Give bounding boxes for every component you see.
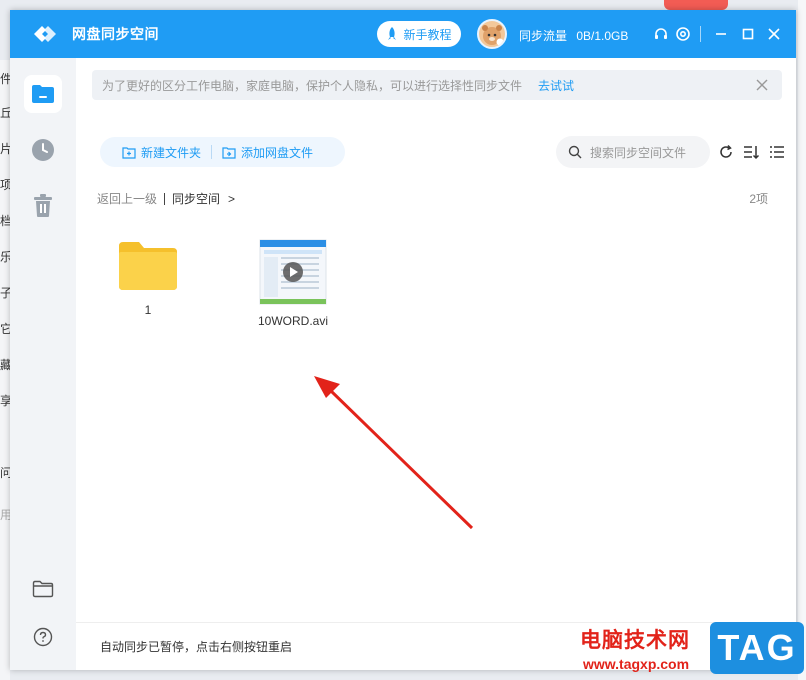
refresh-icon[interactable] bbox=[717, 143, 735, 161]
file-name: 1 bbox=[144, 303, 152, 317]
item-count: 2项 bbox=[749, 192, 768, 206]
sync-space-window: 网盘同步空间 新手教程 同步流量 0B/1.0GB 为了更好的区分工作电脑，家庭… bbox=[10, 10, 796, 670]
watermark-text: 电脑技术网 bbox=[580, 629, 690, 652]
maximize-icon[interactable] bbox=[739, 25, 757, 43]
close-icon[interactable] bbox=[765, 25, 783, 43]
bg-text: 件 bbox=[0, 72, 10, 86]
notice-close-icon[interactable] bbox=[754, 77, 770, 93]
bg-text: 子 bbox=[0, 286, 10, 300]
trash-icon bbox=[34, 194, 52, 217]
avatar[interactable] bbox=[477, 19, 507, 49]
sidebar-item-files[interactable] bbox=[24, 75, 62, 113]
file-item-video[interactable]: 10WORD.avi bbox=[243, 239, 343, 328]
breadcrumb-current[interactable]: 同步空间 bbox=[172, 190, 220, 207]
bg-text: 享 bbox=[0, 394, 10, 408]
background-badge bbox=[664, 0, 728, 10]
search-input[interactable]: 搜索同步空间文件 bbox=[556, 136, 710, 168]
app-title: 网盘同步空间 bbox=[72, 26, 159, 42]
headset-icon[interactable] bbox=[652, 25, 670, 43]
file-item-folder[interactable]: 1 bbox=[98, 240, 198, 317]
bg-text: 项 bbox=[0, 178, 10, 192]
folder-outline-icon bbox=[32, 580, 54, 598]
new-folder-label: 新建文件夹 bbox=[141, 145, 202, 160]
search-placeholder: 搜索同步空间文件 bbox=[590, 145, 687, 160]
background-app-strip: 件 丘 片 项 档 乐 子 它 藏 享 问 用 bbox=[0, 60, 10, 680]
folder-icon bbox=[32, 85, 54, 103]
bg-text: 它 bbox=[0, 322, 10, 336]
gear-icon[interactable] bbox=[674, 25, 692, 43]
help-icon bbox=[33, 627, 53, 647]
try-link[interactable]: 去试试 bbox=[538, 77, 574, 94]
sidebar-open-folder[interactable] bbox=[24, 570, 62, 608]
traffic-label: 同步流量 bbox=[519, 29, 568, 43]
breadcrumb: 返回上一级 同步空间 > bbox=[97, 190, 235, 207]
add-file-label: 添加网盘文件 bbox=[241, 145, 314, 160]
cloud-add-icon bbox=[222, 146, 236, 159]
add-file-button[interactable]: 添加网盘文件 bbox=[222, 144, 313, 161]
sidebar bbox=[10, 58, 76, 670]
breadcrumb-divider bbox=[164, 192, 166, 205]
rocket-icon bbox=[388, 27, 397, 40]
notice-bar: 为了更好的区分工作电脑，家庭电脑，保护个人隐私，可以进行选择性同步文件 去试试 bbox=[92, 70, 782, 100]
titlebar-divider bbox=[700, 26, 701, 42]
clock-icon bbox=[32, 139, 54, 161]
traffic-info: 同步流量 0B/1.0GB bbox=[519, 27, 628, 44]
sidebar-help[interactable] bbox=[24, 618, 62, 656]
new-folder-button[interactable]: 新建文件夹 bbox=[122, 144, 201, 161]
main-panel: 为了更好的区分工作电脑，家庭电脑，保护个人隐私，可以进行选择性同步文件 去试试 … bbox=[76, 58, 796, 670]
folder-icon bbox=[119, 242, 177, 290]
bg-text: 藏 bbox=[0, 358, 10, 372]
bg-text: 用 bbox=[0, 508, 10, 522]
video-thumbnail bbox=[259, 239, 327, 305]
status-text: 自动同步已暂停，点击右侧按钮重启 bbox=[100, 640, 293, 654]
back-link[interactable]: 返回上一级 bbox=[97, 190, 157, 207]
bg-text: 档 bbox=[0, 214, 10, 228]
sidebar-item-history[interactable] bbox=[24, 131, 62, 169]
sidebar-item-trash[interactable] bbox=[24, 187, 62, 225]
notice-text: 为了更好的区分工作电脑，家庭电脑，保护个人隐私，可以进行选择性同步文件 bbox=[102, 78, 523, 93]
action-group: 新建文件夹 添加网盘文件 bbox=[100, 137, 345, 167]
title-bar[interactable]: 网盘同步空间 新手教程 同步流量 0B/1.0GB bbox=[10, 10, 796, 58]
watermark-url: www.tagxp.com bbox=[583, 656, 690, 672]
bg-text: 丘 bbox=[0, 106, 10, 120]
sort-icon[interactable] bbox=[742, 143, 760, 161]
tutorial-button[interactable]: 新手教程 bbox=[377, 21, 461, 47]
traffic-value: 0B/1.0GB bbox=[576, 29, 629, 43]
bg-text: 乐 bbox=[0, 250, 10, 264]
list-view-icon[interactable] bbox=[768, 143, 786, 161]
bg-text: 片 bbox=[0, 142, 10, 156]
file-name: 10WORD.avi bbox=[257, 314, 328, 328]
minimize-icon[interactable] bbox=[712, 25, 730, 43]
folder-plus-icon bbox=[122, 146, 136, 159]
background-right-strip bbox=[798, 0, 806, 680]
watermark-tag: TAG bbox=[710, 622, 804, 674]
action-divider bbox=[211, 145, 213, 159]
tutorial-label: 新手教程 bbox=[403, 27, 452, 42]
bg-text: 问 bbox=[0, 466, 10, 480]
breadcrumb-arrow: > bbox=[228, 191, 236, 206]
app-logo-icon bbox=[30, 19, 60, 49]
search-icon bbox=[568, 145, 582, 159]
